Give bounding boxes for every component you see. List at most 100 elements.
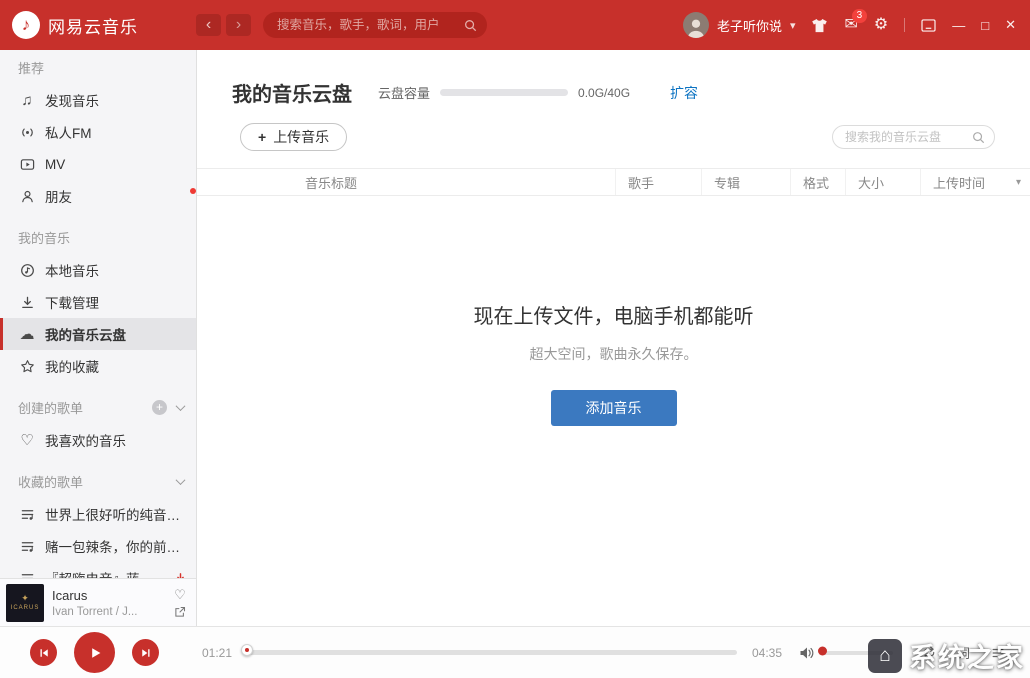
previous-track-button[interactable] [30, 639, 57, 666]
volume-thumb[interactable] [818, 646, 827, 655]
local-music-icon [18, 263, 36, 278]
next-track-button[interactable] [132, 639, 159, 666]
share-icon[interactable] [174, 606, 186, 618]
app-logo[interactable]: ♪ 网易云音乐 [0, 11, 186, 39]
cloud-drive-page: 我的音乐云盘 云盘容量 0.0G/40G 扩容 + 上传音乐 [197, 50, 1030, 626]
empty-state-subtitle: 超大空间，歌曲永久保存。 [197, 344, 1030, 364]
global-search-input[interactable] [277, 18, 464, 32]
sidebar-item-private-fm[interactable]: 私人FM [0, 116, 196, 148]
close-button[interactable]: ✕ [1005, 17, 1016, 33]
plus-icon: + [258, 130, 266, 144]
column-upload-time[interactable]: 上传时间 ▾ [920, 169, 1030, 195]
back-button[interactable]: ‹ [196, 14, 221, 36]
chevron-down-icon[interactable] [176, 401, 186, 411]
seek-thumb[interactable] [241, 644, 253, 656]
volume-icon[interactable] [799, 646, 815, 660]
sidebar-item-download-manager[interactable]: 下载管理 [0, 286, 196, 318]
like-heart-icon[interactable]: ♡ [174, 588, 186, 601]
group-title-recommend: 推荐 [0, 50, 196, 84]
sidebar-group-created-playlists: 创建的歌单 + ♡ 我喜欢的音乐 [0, 390, 196, 456]
global-search-box[interactable] [263, 12, 487, 38]
sidebar-item-playlist-pure-music[interactable]: 世界上很好听的纯音乐（... [0, 498, 196, 530]
column-artist[interactable]: 歌手 [615, 169, 701, 195]
sidebar-scroll[interactable]: 推荐 ♫ 发现音乐 私人FM [0, 50, 196, 578]
sidebar-item-liked-music[interactable]: ♡ 我喜欢的音乐 [0, 424, 196, 456]
capacity-bar [440, 89, 568, 96]
sidebar-item-playlist-latiao[interactable]: 赌一包辣条，你的前任听... [0, 530, 196, 562]
app-title: 网易云音乐 [48, 13, 138, 38]
column-format[interactable]: 格式 [790, 169, 845, 195]
sidebar-item-friends[interactable]: 朋友 [0, 180, 196, 212]
maximize-button[interactable]: □ [981, 18, 989, 33]
sidebar-group-recommend: 推荐 ♫ 发现音乐 私人FM [0, 50, 196, 212]
chevron-down-icon[interactable] [176, 475, 186, 485]
star-icon [18, 359, 36, 374]
table-header: 音乐标题 歌手 专辑 格式 大小 上传时间 ▾ [197, 168, 1030, 196]
empty-state-title: 现在上传文件，电脑手机都能听 [197, 300, 1030, 329]
title-bar: ♪ 网易云音乐 ‹ › 老子听你说 ▾ ✉ 3 ⚙ [0, 0, 1030, 50]
now-playing-card[interactable]: ✦ ICARUS Icarus Ivan Torrent / J... ♡ [0, 578, 196, 626]
theme-skin-icon[interactable] [811, 18, 828, 33]
volume-control [799, 646, 893, 660]
sort-caret-icon[interactable]: ▾ [1016, 177, 1021, 188]
playlist-icon [18, 539, 36, 554]
page-head: 我的音乐云盘 云盘容量 0.0G/40G 扩容 [197, 50, 1030, 107]
total-time: 04:35 [747, 646, 787, 660]
friends-notification-dot [190, 188, 196, 194]
heart-icon: ♡ [18, 433, 36, 448]
sidebar-item-my-collection[interactable]: 我的收藏 [0, 350, 196, 382]
now-playing-title[interactable]: Icarus [52, 588, 166, 603]
toolbar: + 上传音乐 [197, 123, 1030, 151]
loop-mode-icon[interactable] [921, 645, 937, 660]
column-album[interactable]: 专辑 [701, 169, 790, 195]
now-playing-artist[interactable]: Ivan Torrent / J... [52, 606, 166, 618]
search-icon [972, 131, 985, 144]
mini-mode-icon[interactable] [921, 19, 936, 32]
play-queue-icon[interactable] [990, 646, 1006, 660]
messages-icon[interactable]: ✉ 3 [844, 17, 857, 33]
body-row: 推荐 ♫ 发现音乐 私人FM [0, 50, 1030, 626]
player-bar: 01:21 04:35 词 [0, 626, 1030, 678]
message-badge: 3 [852, 9, 867, 23]
cloud-search-input[interactable] [845, 130, 972, 144]
column-size[interactable]: 大小 [845, 169, 920, 195]
current-time: 01:21 [197, 646, 237, 660]
user-name[interactable]: 老子听你说 [717, 16, 782, 35]
playlist-icon [18, 571, 36, 579]
volume-slider[interactable] [823, 651, 893, 655]
sidebar-item-discover[interactable]: ♫ 发现音乐 [0, 84, 196, 116]
sidebar-item-playlist-edm[interactable]: 『超嗨电音』蓝奏电... [0, 562, 196, 578]
sidebar-item-mv[interactable]: MV [0, 148, 196, 180]
playlist-icon [18, 507, 36, 522]
nav-history-buttons: ‹ › [196, 14, 251, 36]
add-music-button[interactable]: 添加音乐 [551, 390, 677, 426]
mv-play-icon [18, 157, 36, 172]
sidebar: 推荐 ♫ 发现音乐 私人FM [0, 50, 197, 626]
user-caret-icon[interactable]: ▾ [790, 19, 796, 32]
expand-storage-link[interactable]: 扩容 [670, 83, 698, 103]
fm-radio-icon [18, 125, 36, 140]
forward-button[interactable]: › [226, 14, 251, 36]
sidebar-item-cloud-drive[interactable]: ☁ 我的音乐云盘 [0, 318, 196, 350]
upload-music-button[interactable]: + 上传音乐 [240, 123, 347, 151]
album-cover[interactable]: ✦ ICARUS [6, 584, 44, 622]
search-icon [464, 19, 477, 32]
group-title-collected-playlists: 收藏的歌单 [0, 464, 196, 498]
friends-icon [18, 189, 36, 204]
cloud-search-box[interactable] [832, 125, 995, 149]
play-button[interactable] [74, 632, 115, 673]
minimize-button[interactable]: — [952, 18, 965, 33]
titlebar-separator [904, 18, 905, 32]
music-note-icon: ♫ [18, 93, 36, 108]
empty-state: 现在上传文件，电脑手机都能听 超大空间，歌曲永久保存。 添加音乐 [197, 300, 1030, 426]
lyrics-toggle[interactable]: 词 [957, 643, 970, 662]
seek-bar[interactable] [247, 650, 737, 655]
avatar[interactable] [683, 12, 709, 38]
add-playlist-icon[interactable]: + [152, 400, 167, 415]
sidebar-item-local-music[interactable]: 本地音乐 [0, 254, 196, 286]
column-title[interactable]: 音乐标题 [293, 169, 615, 195]
column-spacer [197, 169, 293, 195]
cloud-icon: ☁ [18, 327, 36, 342]
settings-gear-icon[interactable]: ⚙ [874, 17, 888, 33]
capacity-label: 云盘容量 [378, 83, 430, 102]
